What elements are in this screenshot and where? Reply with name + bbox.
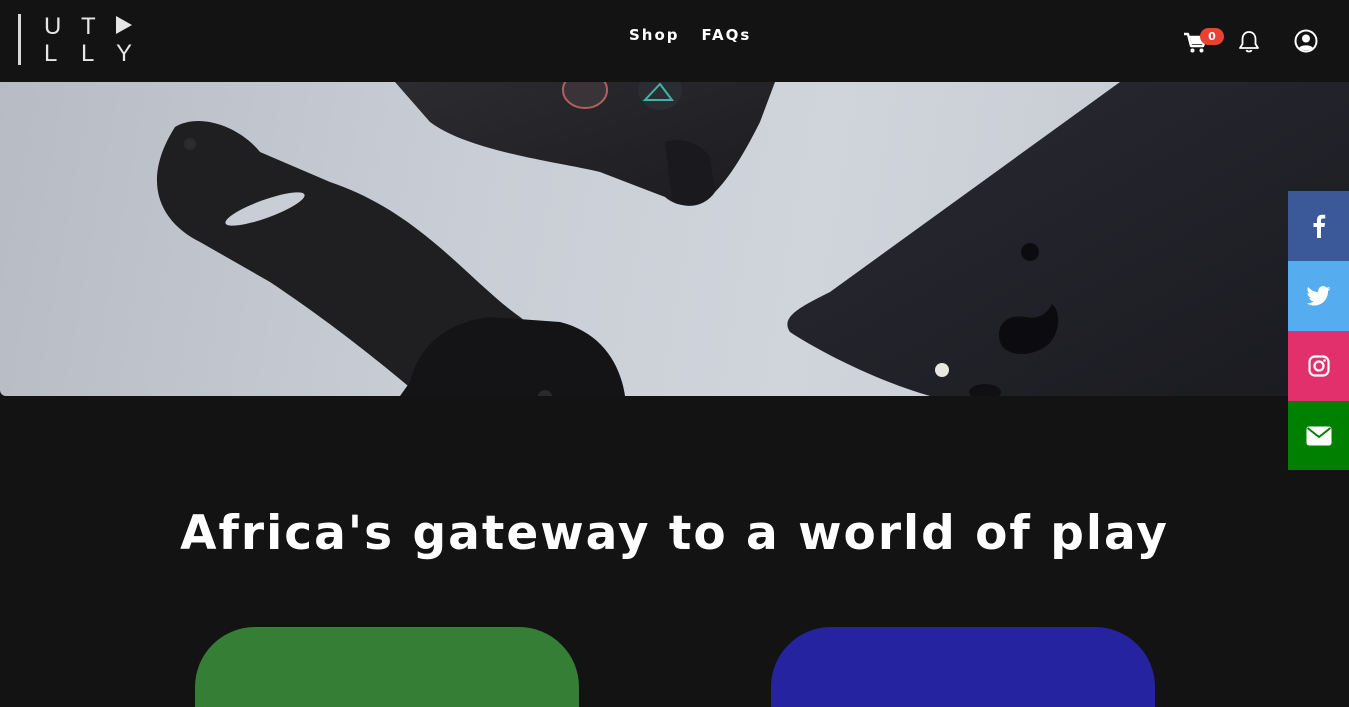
facebook-button[interactable] (1288, 191, 1349, 261)
twitter-button[interactable] (1288, 261, 1349, 331)
bell-icon[interactable] (1238, 30, 1260, 54)
cart-count-badge: 0 (1200, 28, 1224, 45)
play-icon (116, 16, 132, 34)
site-logo[interactable]: U T L L Y (18, 14, 138, 66)
category-card-blue[interactable] (771, 627, 1155, 707)
logo-letter: L (81, 40, 95, 67)
logo-letter: Y (116, 40, 133, 67)
user-circle-icon[interactable] (1294, 29, 1318, 53)
nav-faqs-link[interactable]: FAQs (702, 26, 752, 44)
category-card-green[interactable] (195, 627, 579, 707)
site-header: U T L L Y Shop FAQs 0 (0, 0, 1349, 82)
instagram-icon (1307, 355, 1330, 377)
logo-letter: L (44, 40, 58, 67)
logo-letter: T (81, 13, 96, 40)
main-nav: Shop FAQs (629, 26, 751, 44)
logo-divider (18, 14, 21, 65)
instagram-button[interactable] (1288, 331, 1349, 401)
twitter-icon (1306, 286, 1330, 306)
logo-letter: U (44, 13, 62, 40)
social-sidebar (1288, 191, 1349, 470)
facebook-icon (1313, 214, 1325, 238)
email-button[interactable] (1288, 401, 1349, 470)
page-tagline: Africa's gateway to a world of play (180, 506, 1169, 561)
envelope-icon (1306, 426, 1331, 445)
nav-shop-link[interactable]: Shop (629, 26, 680, 44)
hero-banner (0, 82, 1349, 396)
hero-image (156, 82, 1349, 396)
